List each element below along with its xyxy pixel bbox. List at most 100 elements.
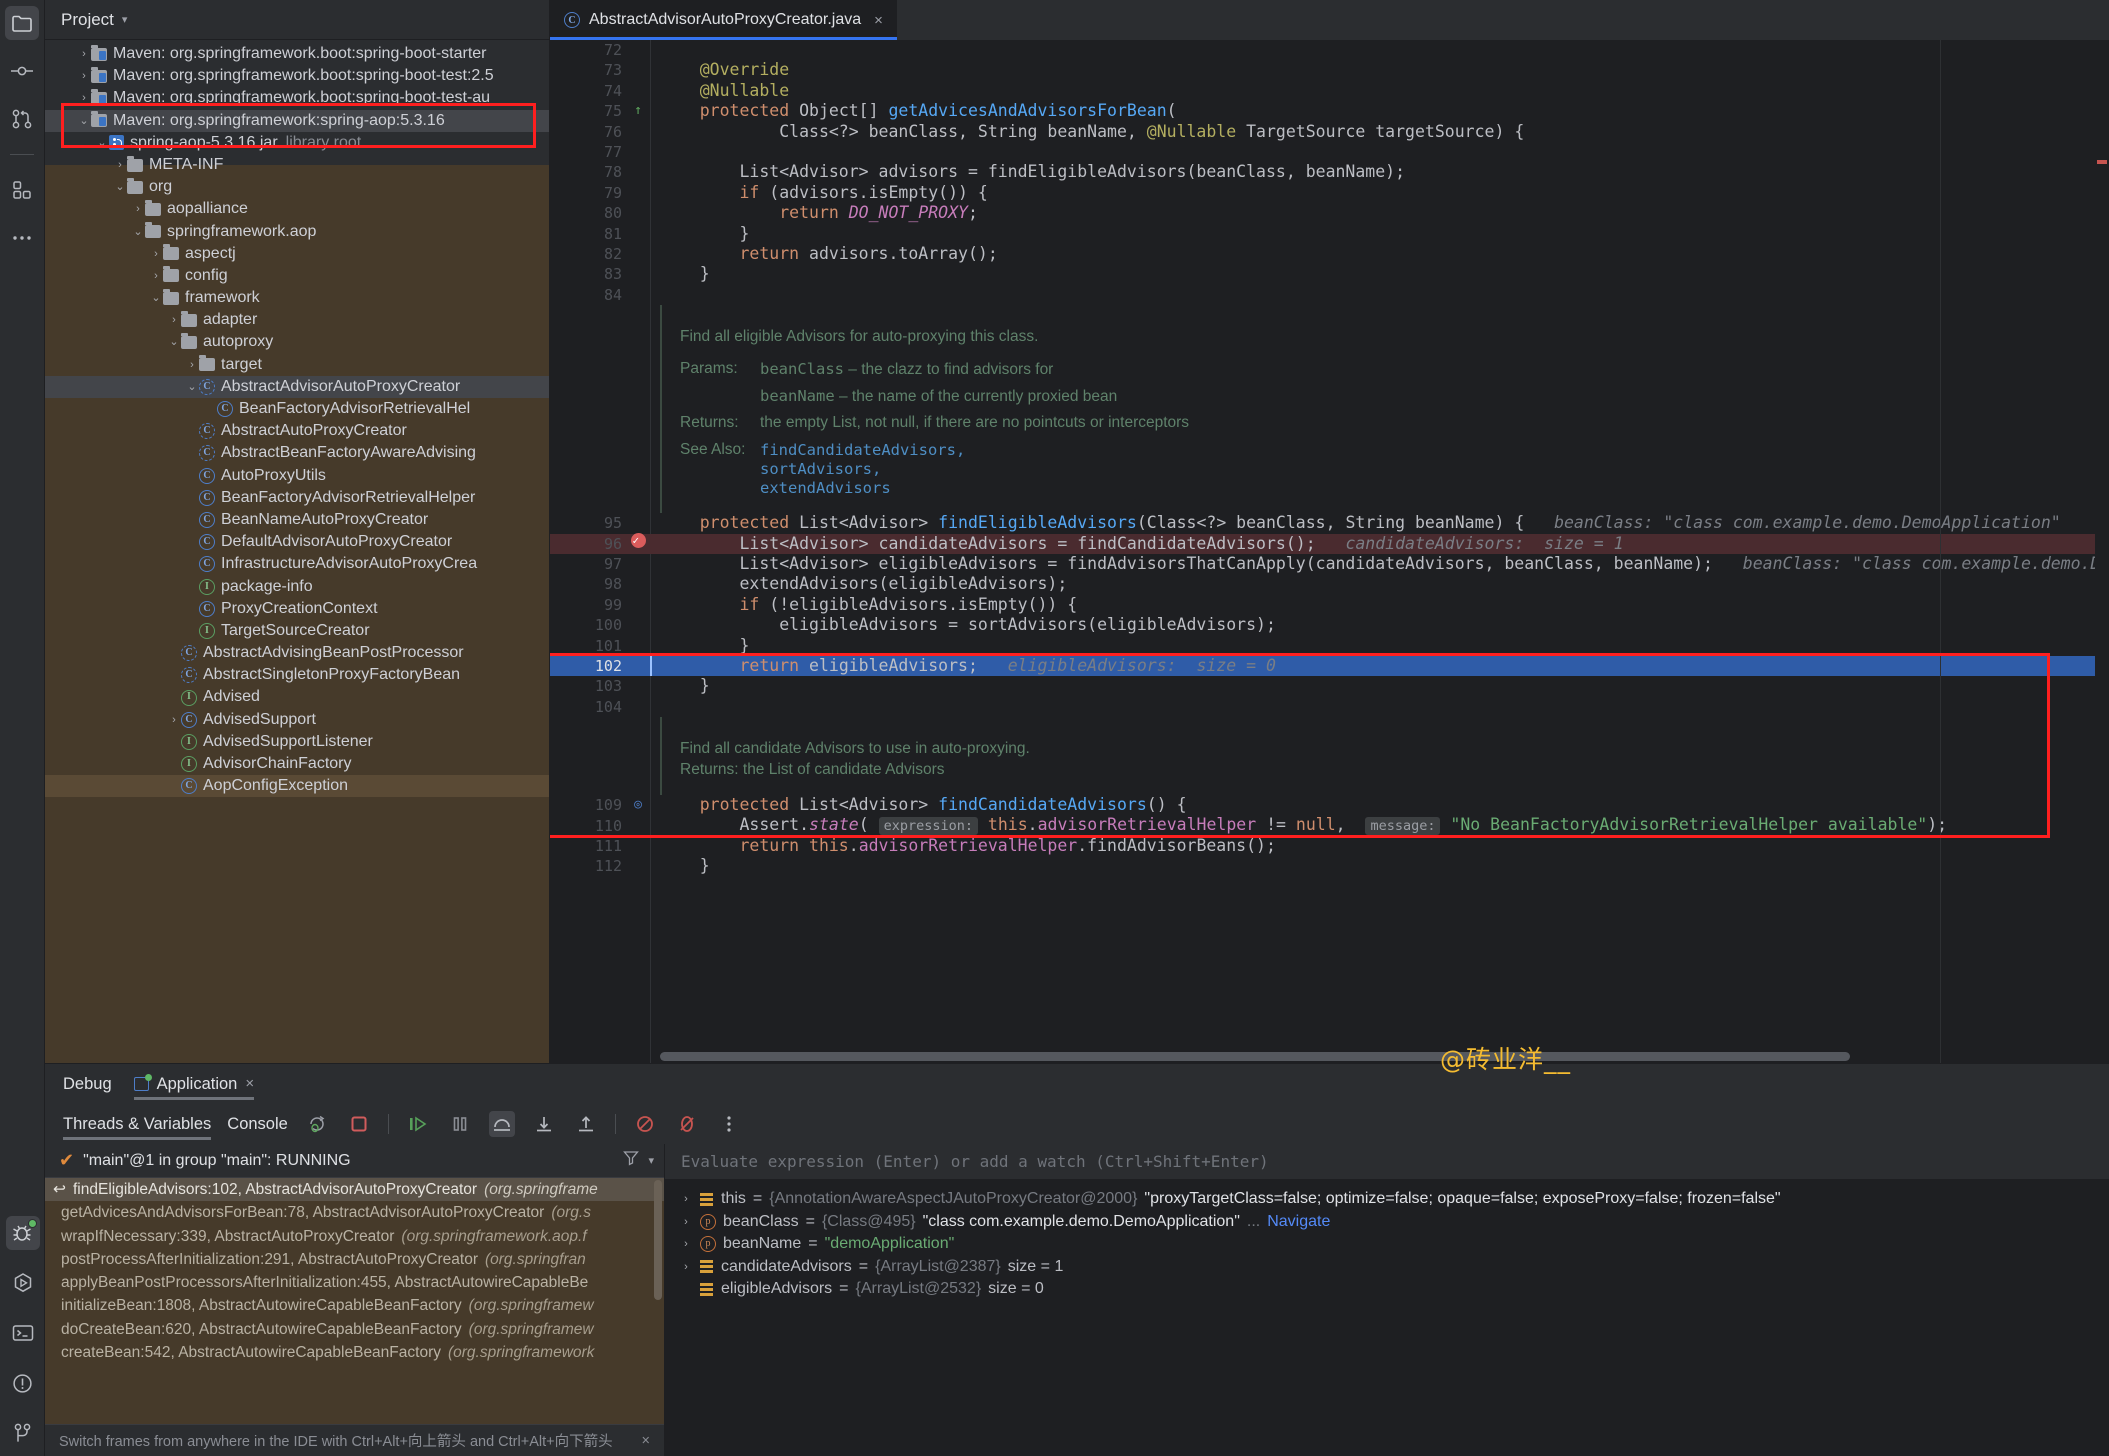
code-line[interactable]: 104 xyxy=(550,697,2109,717)
chevron-right-icon[interactable]: › xyxy=(679,1256,693,1279)
code-line[interactable]: 111 return this.advisorRetrievalHelper.f… xyxy=(550,836,2109,856)
tree-item[interactable]: ·C AbstractSingletonProxyFactoryBean xyxy=(45,664,549,686)
close-icon[interactable]: × xyxy=(874,12,883,29)
tab-debug[interactable]: Debug xyxy=(63,1064,112,1104)
chevron-down-icon[interactable]: ⌄ xyxy=(185,376,199,398)
problems-icon[interactable] xyxy=(6,1366,40,1400)
project-tree[interactable]: › Maven: org.springframework.boot:spring-… xyxy=(45,40,549,1063)
code-line[interactable]: 95 protected List<Advisor> findEligibleA… xyxy=(550,513,2109,533)
stack-frame-row[interactable]: initializeBean:1808, AbstractAutowireCap… xyxy=(45,1294,664,1317)
javadoc-seealso-link[interactable]: findCandidateAdvisors, xyxy=(760,440,965,460)
chevron-down-icon[interactable]: ⌄ xyxy=(167,331,181,353)
view-breakpoints-icon[interactable] xyxy=(632,1111,658,1137)
breakpoint-icon[interactable] xyxy=(630,531,646,551)
variable-row[interactable]: › p beanClass = {Class@495} "class com.exampl… xyxy=(665,1211,2109,1234)
chevron-down-icon[interactable]: ⌄ xyxy=(131,221,145,243)
debug-icon[interactable] xyxy=(5,1216,40,1250)
tree-item[interactable]: ·C AbstractAutoProxyCreator xyxy=(45,420,549,442)
error-stripe-mark[interactable] xyxy=(2097,160,2107,164)
tree-item[interactable]: ⌄ org xyxy=(45,176,549,198)
step-out-icon[interactable] xyxy=(573,1111,599,1137)
tree-item[interactable]: ·C AbstractBeanFactoryAwareAdvising xyxy=(45,442,549,464)
tree-item[interactable]: ·C BeanFactoryAdvisorRetrievalHelper xyxy=(45,487,549,509)
stack-frame-row[interactable]: ↩ findEligibleAdvisors:102, AbstractAdvis… xyxy=(45,1178,664,1202)
code-line[interactable]: 80 return DO_NOT_PROXY; xyxy=(550,203,2109,223)
variables-list[interactable]: › this = {AnnotationAwareAspectJAutoProxyCr… xyxy=(665,1180,2109,1456)
chevron-right-icon[interactable]: › xyxy=(77,65,91,87)
rerun-debug-icon[interactable] xyxy=(304,1111,330,1137)
code-line[interactable]: 97 List<Advisor> eligibleAdvisors = find… xyxy=(550,554,2109,574)
project-panel-header[interactable]: Project ▾ xyxy=(45,0,549,40)
code-line[interactable]: 84 xyxy=(550,285,2109,305)
tree-item[interactable]: › Maven: org.springframework.boot:spring-… xyxy=(45,87,549,109)
filter-icon[interactable] xyxy=(623,1150,640,1171)
tree-item[interactable]: › aopalliance xyxy=(45,198,549,220)
stack-frame-row[interactable]: createBean:542, AbstractAutowireCapableB… xyxy=(45,1341,664,1364)
close-icon[interactable]: × xyxy=(245,1064,254,1104)
code-line[interactable]: 96 List<Advisor> candidateAdvisors = fin… xyxy=(550,531,2109,554)
override-marker-icon[interactable]: ↑ xyxy=(634,103,642,118)
tree-item[interactable]: ·C BeanFactoryAdvisorRetrievalHel xyxy=(45,398,549,420)
tree-item[interactable]: ·C BeanNameAutoProxyCreator xyxy=(45,509,549,531)
stop-icon[interactable] xyxy=(346,1111,372,1137)
tree-item[interactable]: ⌄ framework xyxy=(45,287,549,309)
chevron-right-icon[interactable]: › xyxy=(185,354,199,376)
run-icon[interactable] xyxy=(6,1266,40,1300)
code-line[interactable]: 98 extendAdvisors(eligibleAdvisors); xyxy=(550,574,2109,594)
tree-item[interactable]: ·C ProxyCreationContext xyxy=(45,598,549,620)
usage-marker-icon[interactable]: ◎ xyxy=(634,797,642,812)
variable-row[interactable]: › this = {AnnotationAwareAspectJAutoProxyCr… xyxy=(665,1188,2109,1211)
tab-threads-variables[interactable]: Threads & Variables xyxy=(63,1104,212,1144)
chevron-right-icon[interactable]: › xyxy=(679,1233,693,1256)
chevron-right-icon[interactable]: › xyxy=(679,1188,693,1211)
code-line[interactable]: 81 } xyxy=(550,224,2109,244)
code-line[interactable]: 82 return advisors.toArray(); xyxy=(550,244,2109,264)
tree-item[interactable]: ·C AopConfigException xyxy=(45,775,549,798)
variable-row[interactable]: › p beanName = "demoApplication" xyxy=(665,1233,2109,1256)
chevron-right-icon[interactable]: › xyxy=(113,154,127,176)
code-line[interactable]: 101 } xyxy=(550,636,2109,656)
variable-row[interactable]: › candidateAdvisors = {ArrayList@2387} size … xyxy=(665,1256,2109,1279)
step-over-icon[interactable] xyxy=(488,1111,515,1137)
tree-item[interactable]: ⌄ spring-aop-5.3.16.jar library root xyxy=(45,132,549,154)
chevron-right-icon[interactable]: › xyxy=(167,709,181,731)
chevron-down-icon[interactable]: ▾ xyxy=(122,13,128,26)
chevron-right-icon[interactable]: › xyxy=(131,198,145,220)
resume-program-icon[interactable] xyxy=(405,1111,431,1137)
code-viewport[interactable]: 72 73 @Override 74 @Nullable 75 ↑ protected … xyxy=(550,40,2109,1063)
tree-item[interactable]: ·C AutoProxyUtils xyxy=(45,465,549,487)
version-control-icon[interactable] xyxy=(6,1416,40,1450)
chevron-right-icon[interactable]: › xyxy=(167,309,181,331)
stack-frame-row[interactable]: wrapIfNecessary:339, AbstractAutoProxyCr… xyxy=(45,1225,664,1248)
code-line[interactable]: 112 } xyxy=(550,856,2109,876)
tree-item[interactable]: › config xyxy=(45,265,549,287)
code-line[interactable]: 99 if (!eligibleAdvisors.isEmpty()) { xyxy=(550,595,2109,615)
tree-item[interactable]: ·C AbstractAdvisingBeanPostProcessor xyxy=(45,642,549,664)
chevron-down-icon[interactable]: ▾ xyxy=(648,1154,654,1167)
chevron-right-icon[interactable]: › xyxy=(149,265,163,287)
tab-console[interactable]: Console xyxy=(227,1104,288,1144)
tree-item[interactable]: ⌄ springframework.aop xyxy=(45,221,549,243)
chevron-right-icon[interactable]: › xyxy=(77,87,91,109)
navigate-link[interactable]: Navigate xyxy=(1267,1211,1330,1234)
javadoc-seealso-link[interactable]: sortAdvisors, xyxy=(760,459,881,479)
tree-item[interactable]: › Maven: org.springframework.boot:spring-… xyxy=(45,65,549,87)
code-line[interactable]: 100 eligibleAdvisors = sortAdvisors(elig… xyxy=(550,615,2109,635)
code-line[interactable]: 103 } xyxy=(550,676,2109,696)
chevron-down-icon[interactable]: ⌄ xyxy=(113,176,127,198)
commit-icon[interactable] xyxy=(5,54,39,88)
editor-horizontal-scrollbar[interactable] xyxy=(660,1052,1850,1061)
code-line[interactable]: 72 xyxy=(550,40,2109,60)
tree-item[interactable]: › Maven: org.springframework.boot:spring-… xyxy=(45,43,549,65)
chevron-right-icon[interactable]: › xyxy=(679,1211,693,1234)
stack-frame-row[interactable]: postProcessAfterInitialization:291, Abst… xyxy=(45,1248,664,1271)
stack-frame-row[interactable]: doCreateBean:620, AbstractAutowireCapabl… xyxy=(45,1318,664,1341)
code-line[interactable]: 74 @Nullable xyxy=(550,81,2109,101)
tree-item[interactable]: ·I AdvisedSupportListener xyxy=(45,731,549,753)
tree-item[interactable]: ⌄ C AbstractAdvisorAutoProxyCreator xyxy=(45,375,549,398)
mute-breakpoints-icon[interactable] xyxy=(674,1111,700,1137)
code-line[interactable]: 77 xyxy=(550,142,2109,162)
tree-item[interactable]: ·C DefaultAdvisorAutoProxyCreator xyxy=(45,531,549,553)
tree-item[interactable]: › META-INF xyxy=(45,154,549,176)
services-icon[interactable] xyxy=(5,173,39,207)
